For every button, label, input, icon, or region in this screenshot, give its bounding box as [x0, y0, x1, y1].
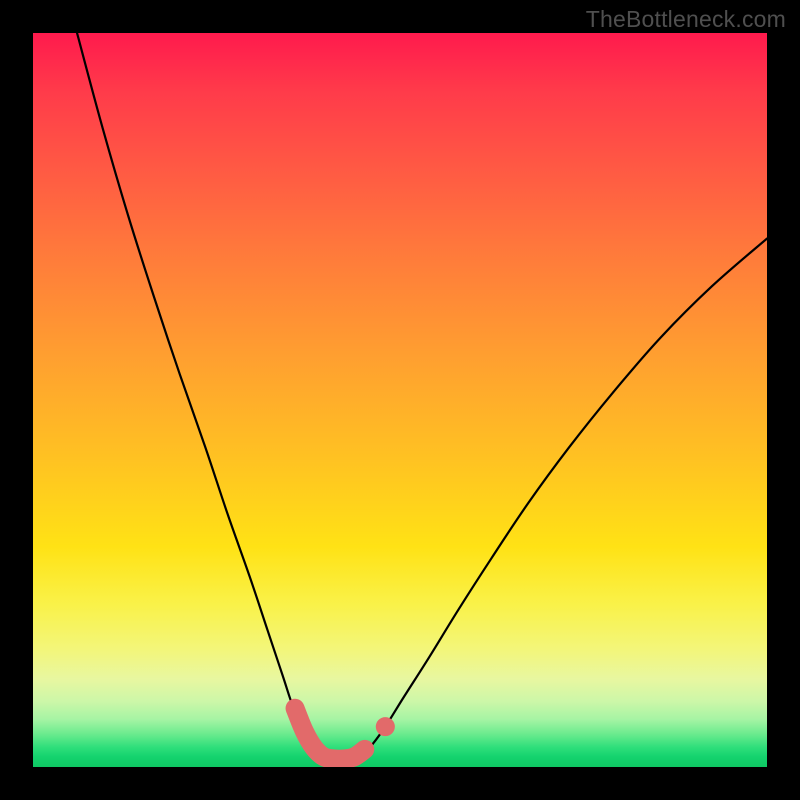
- plot-svg: [33, 33, 767, 767]
- trough-marker-dot: [376, 717, 395, 736]
- plot-area: [33, 33, 767, 767]
- right-curve: [360, 239, 767, 756]
- trough-marker-stroke: [295, 708, 365, 759]
- left-curve: [77, 33, 360, 760]
- watermark-text: TheBottleneck.com: [586, 6, 786, 33]
- chart-stage: TheBottleneck.com: [0, 0, 800, 800]
